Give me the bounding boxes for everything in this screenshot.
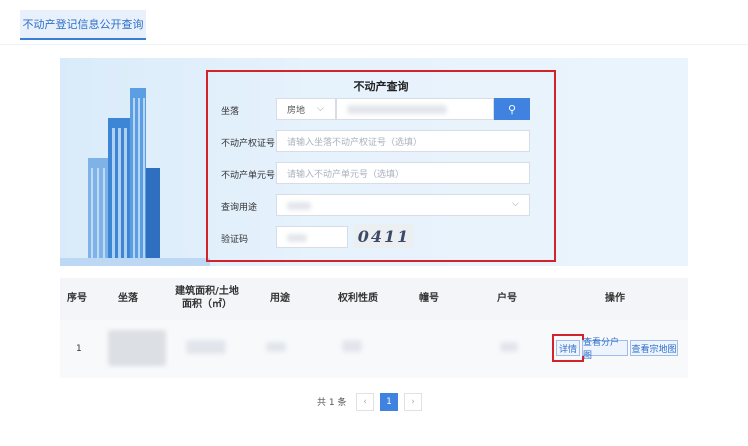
total-count: 共 1 条 bbox=[317, 398, 347, 408]
captcha-label: 验证码 bbox=[221, 235, 249, 245]
col-header-right-nature: 权利性质 bbox=[338, 293, 378, 304]
redacted-purpose-text bbox=[287, 202, 311, 210]
view-parcel-map-button[interactable]: 查看宗地图 bbox=[630, 340, 678, 356]
location-type-value: 房地 bbox=[287, 105, 306, 116]
tab-property-query[interactable]: 不动产登记信息公开查询 bbox=[20, 10, 146, 40]
col-header-room-no: 户号 bbox=[497, 293, 517, 304]
col-header-building-no: 幢号 bbox=[419, 293, 439, 304]
unit-number-placeholder: 请输入不动产单元号（选填） bbox=[287, 169, 405, 180]
city-buildings-illustration bbox=[60, 88, 210, 266]
location-type-select[interactable]: 房地 ⌵ bbox=[276, 98, 336, 120]
col-header-usage: 用途 bbox=[270, 293, 290, 304]
query-purpose-label: 查询用途 bbox=[221, 203, 258, 213]
detail-highlight-box bbox=[552, 334, 584, 362]
top-bar: 不动产登记信息公开查询 bbox=[0, 0, 748, 45]
view-unit-plan-button[interactable]: 查看分户图 bbox=[582, 338, 628, 361]
redacted-room-no bbox=[500, 342, 518, 352]
col-header-area: 建筑面积/土地面积（㎡） bbox=[175, 286, 239, 310]
unit-number-label: 不动产单元号 bbox=[221, 171, 276, 181]
search-icon: ⚲ bbox=[507, 102, 517, 116]
query-purpose-select[interactable]: ⌵ bbox=[276, 194, 530, 216]
unit-number-input[interactable]: 请输入不动产单元号（选填） bbox=[276, 162, 530, 184]
cert-number-label: 不动产权证号 bbox=[221, 139, 276, 149]
search-button[interactable]: ⚲ bbox=[494, 98, 530, 120]
location-input[interactable] bbox=[336, 98, 494, 120]
query-panel: 不动产查询 坐落 房地 ⌵ ⚲ 不动产权证号 请输入坐落不动产权证号（选填） 不… bbox=[206, 70, 556, 262]
chevron-down-icon: ⌵ bbox=[317, 104, 324, 114]
col-header-actions: 操作 bbox=[605, 293, 625, 304]
pagination: 共 1 条 ‹ 1 › bbox=[0, 393, 748, 411]
captcha-image[interactable]: 0411 bbox=[354, 224, 414, 248]
results-table-header: 序号 坐落 建筑面积/土地面积（㎡） 用途 权利性质 幢号 户号 操作 bbox=[60, 278, 688, 320]
redacted-location bbox=[108, 330, 166, 366]
captcha-input[interactable] bbox=[276, 226, 348, 248]
prev-page-button[interactable]: ‹ bbox=[356, 393, 374, 411]
next-page-button[interactable]: › bbox=[404, 393, 422, 411]
cert-number-placeholder: 请输入坐落不动产权证号（选填） bbox=[287, 137, 423, 148]
row-index: 1 bbox=[76, 344, 82, 354]
redacted-area bbox=[186, 340, 226, 354]
query-title: 不动产查询 bbox=[353, 80, 409, 93]
page-1-button[interactable]: 1 bbox=[380, 393, 398, 411]
chevron-down-icon: ⌵ bbox=[512, 199, 519, 209]
col-header-location: 坐落 bbox=[118, 293, 138, 304]
redacted-location-text bbox=[347, 105, 447, 114]
redacted-usage bbox=[266, 342, 286, 352]
location-label: 坐落 bbox=[221, 107, 240, 117]
redacted-captcha-input bbox=[287, 234, 307, 242]
redacted-right-nature bbox=[342, 340, 362, 352]
table-row: 1 详情 查看分户图 查看宗地图 bbox=[60, 320, 688, 378]
col-header-index: 序号 bbox=[67, 293, 87, 304]
cert-number-input[interactable]: 请输入坐落不动产权证号（选填） bbox=[276, 130, 530, 152]
